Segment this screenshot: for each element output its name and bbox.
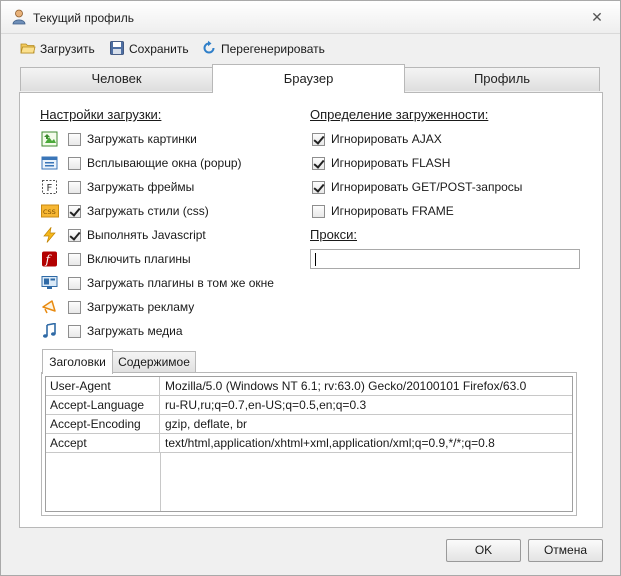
javascript-bolt-icon: [41, 226, 59, 243]
headers-grid[interactable]: User-Agent Mozilla/5.0 (Windows NT 6.1; …: [45, 376, 573, 512]
option-ignore-flash[interactable]: Игнорировать FLASH: [312, 154, 450, 172]
grid-column-divider: [160, 453, 161, 511]
headers-panel: User-Agent Mozilla/5.0 (Windows NT 6.1; …: [41, 372, 577, 516]
subtab-content[interactable]: Содержимое: [112, 351, 196, 373]
load-button[interactable]: Загрузить: [20, 40, 95, 58]
header-name-cell[interactable]: User-Agent: [46, 377, 160, 395]
proxy-input[interactable]: [310, 249, 580, 269]
profile-window: Текущий профиль ✕ Загрузить Сохранить Пе…: [0, 0, 621, 576]
load-frames-label: Загружать фреймы: [87, 180, 195, 194]
main-tabs: Человек Браузер Профиль: [20, 64, 600, 93]
header-value-cell[interactable]: gzip, deflate, br: [165, 415, 247, 433]
browser-panel: Настройки загрузки: Загружать картинки В…: [19, 92, 603, 528]
ok-button[interactable]: OK: [446, 539, 521, 562]
ignore-frame-checkbox[interactable]: [312, 204, 325, 218]
music-note-icon: [41, 322, 59, 339]
header-name-cell[interactable]: Accept-Language: [46, 396, 160, 414]
load-media-checkbox[interactable]: [68, 324, 81, 338]
flash-plugin-icon: f: [41, 251, 59, 267]
ignore-flash-label: Игнорировать FLASH: [331, 156, 451, 170]
option-load-ads[interactable]: Загружать рекламу: [41, 298, 194, 316]
header-value-cell[interactable]: ru-RU,ru;q=0.7,en-US;q=0.5,en;q=0.3: [165, 396, 366, 414]
ignore-get-post-label: Игнорировать GET/POST-запросы: [331, 180, 523, 194]
folder-open-icon: [20, 40, 36, 59]
load-detection-title: Определение загруженности:: [310, 107, 489, 122]
table-row[interactable]: Accept-Encoding gzip, deflate, br: [46, 415, 572, 434]
load-css-checkbox[interactable]: [68, 204, 81, 218]
css-icon: CSS: [41, 203, 59, 219]
save-button-label: Сохранить: [129, 42, 189, 56]
toolbar: Загрузить Сохранить Перегенерировать: [1, 36, 620, 62]
table-row[interactable]: Accept text/html,application/xhtml+xml,a…: [46, 434, 572, 453]
load-css-label: Загружать стили (css): [87, 204, 209, 218]
title-bar[interactable]: Текущий профиль ✕: [1, 1, 620, 34]
svg-text:F: F: [47, 183, 53, 194]
ignore-frame-label: Игнорировать FRAME: [331, 204, 454, 218]
option-ignore-frame[interactable]: Игнорировать FRAME: [312, 202, 454, 220]
popup-windows-checkbox[interactable]: [68, 156, 81, 170]
popup-window-icon: [41, 155, 59, 171]
window-title: Текущий профиль: [33, 11, 135, 25]
option-plugins-same-window[interactable]: Загружать плагины в том же окне: [41, 274, 274, 292]
option-load-images[interactable]: Загружать картинки: [41, 130, 197, 148]
run-javascript-checkbox[interactable]: [68, 228, 81, 242]
ignore-ajax-label: Игнорировать AJAX: [331, 132, 442, 146]
save-button[interactable]: Сохранить: [109, 40, 189, 58]
load-images-checkbox[interactable]: [68, 132, 81, 146]
header-subtabs: Заголовки Содержимое: [42, 349, 582, 374]
frame-icon: F: [41, 179, 59, 195]
regenerate-button[interactable]: Перегенерировать: [201, 40, 325, 58]
load-button-label: Загрузить: [40, 42, 95, 56]
load-images-label: Загружать картинки: [87, 132, 197, 146]
load-frames-checkbox[interactable]: [68, 180, 81, 194]
table-row[interactable]: User-Agent Mozilla/5.0 (Windows NT 6.1; …: [46, 377, 572, 396]
cancel-button[interactable]: Отмена: [528, 539, 603, 562]
run-javascript-label: Выполнять Javascript: [87, 228, 206, 242]
popup-windows-label: Всплывающие окна (popup): [87, 156, 242, 170]
ignore-flash-checkbox[interactable]: [312, 156, 325, 170]
regenerate-button-label: Перегенерировать: [221, 42, 325, 56]
proxy-title: Прокси:: [310, 227, 358, 242]
close-button[interactable]: ✕: [588, 8, 606, 26]
image-icon: [41, 131, 59, 147]
load-settings-title: Настройки загрузки:: [40, 107, 162, 122]
option-ignore-ajax[interactable]: Игнорировать AJAX: [312, 130, 442, 148]
refresh-icon: [201, 40, 217, 59]
option-load-css[interactable]: CSS Загружать стили (css): [41, 202, 209, 220]
header-name-cell[interactable]: Accept: [46, 434, 160, 452]
option-popup-windows[interactable]: Всплывающие окна (popup): [41, 154, 242, 172]
tab-profile[interactable]: Профиль: [404, 67, 600, 91]
ignore-ajax-checkbox[interactable]: [312, 132, 325, 146]
option-enable-plugins[interactable]: f Включить плагины: [41, 250, 191, 268]
load-ads-label: Загружать рекламу: [87, 300, 195, 314]
plugins-same-window-checkbox[interactable]: [68, 276, 81, 290]
load-media-label: Загружать медиа: [87, 324, 183, 338]
enable-plugins-checkbox[interactable]: [68, 252, 81, 266]
table-row[interactable]: Accept-Language ru-RU,ru;q=0.7,en-US;q=0…: [46, 396, 572, 415]
tab-person[interactable]: Человек: [20, 67, 213, 91]
tab-browser[interactable]: Браузер: [212, 64, 405, 93]
user-icon: [12, 9, 26, 25]
subtab-headers[interactable]: Заголовки: [42, 349, 113, 374]
option-run-javascript[interactable]: Выполнять Javascript: [41, 226, 206, 244]
text-caret: [315, 253, 316, 266]
plugins-same-window-label: Загружать плагины в том же окне: [87, 276, 274, 290]
option-load-media[interactable]: Загружать медиа: [41, 322, 183, 340]
option-load-frames[interactable]: F Загружать фреймы: [41, 178, 194, 196]
svg-text:CSS: CSS: [43, 208, 56, 216]
ignore-get-post-checkbox[interactable]: [312, 180, 325, 194]
load-ads-checkbox[interactable]: [68, 300, 81, 314]
megaphone-icon: [41, 299, 59, 315]
header-name-cell[interactable]: Accept-Encoding: [46, 415, 160, 433]
header-value-cell[interactable]: Mozilla/5.0 (Windows NT 6.1; rv:63.0) Ge…: [165, 377, 526, 395]
option-ignore-get-post[interactable]: Игнорировать GET/POST-запросы: [312, 178, 522, 196]
floppy-disk-icon: [109, 40, 125, 59]
monitor-plugin-icon: [41, 275, 59, 291]
enable-plugins-label: Включить плагины: [87, 252, 191, 266]
header-value-cell[interactable]: text/html,application/xhtml+xml,applicat…: [165, 434, 495, 452]
